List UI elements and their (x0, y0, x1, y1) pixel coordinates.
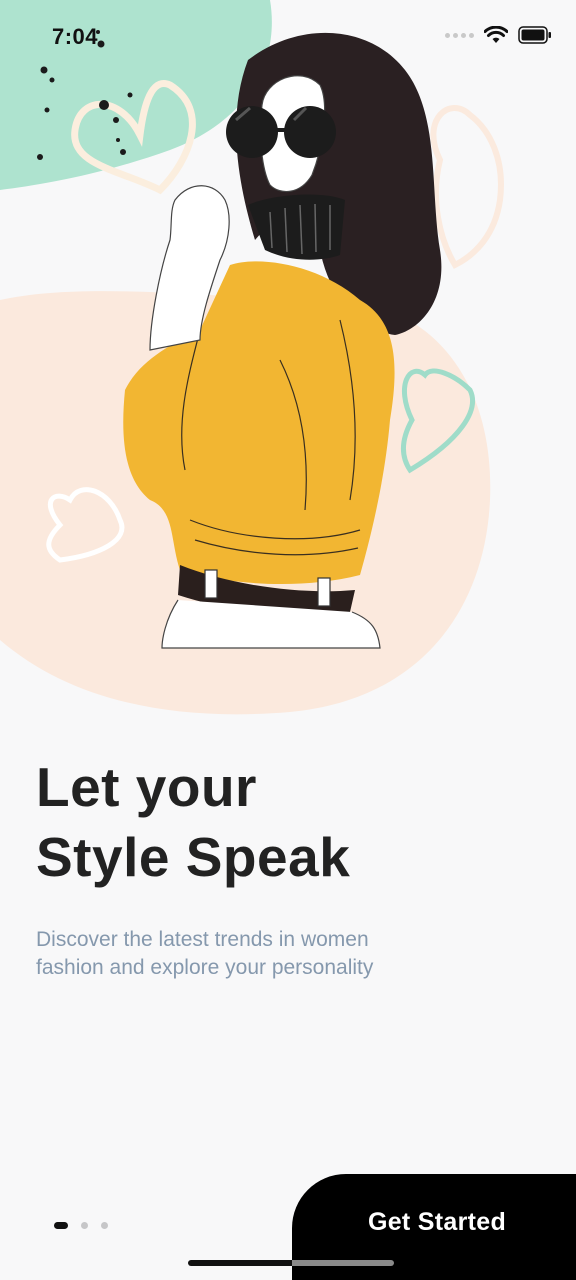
headline-line-2: Style Speak (36, 826, 351, 888)
subtitle-line-1: Discover the latest trends in women (36, 928, 369, 951)
page-dot[interactable] (101, 1222, 108, 1229)
page-indicator (54, 1222, 108, 1229)
status-bar: 7:04 (0, 0, 576, 80)
subtitle-line-2: fashion and explore your personality (36, 956, 374, 979)
fashion-woman-illustration (0, 0, 504, 715)
page-dot[interactable] (81, 1222, 88, 1229)
page-dot-active[interactable] (54, 1222, 68, 1229)
headline-line-1: Let your (36, 756, 257, 818)
home-indicator-segment (292, 1260, 394, 1266)
battery-icon (518, 26, 552, 44)
onboarding-headline: Let your Style Speak (36, 752, 350, 892)
get-started-label: Get Started (367, 1207, 507, 1236)
wifi-icon (484, 26, 508, 44)
belt-loop (317, 577, 331, 607)
status-icons (445, 26, 552, 44)
belt-loop (204, 569, 218, 599)
onboarding-subtitle: Discover the latest trends in women fash… (36, 926, 373, 982)
cellular-signal-icon (445, 32, 474, 38)
status-time: 7:04 (52, 24, 99, 49)
outline-heart-top-right (430, 105, 504, 269)
